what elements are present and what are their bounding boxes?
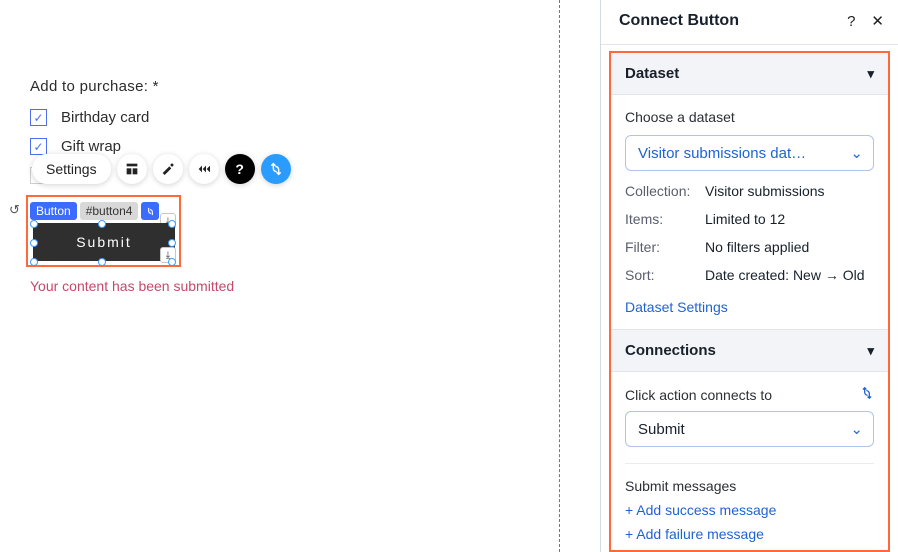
- connections-section-header[interactable]: Connections: [611, 330, 888, 372]
- chevron-down-icon: ⌄: [850, 420, 863, 438]
- form-status-message: Your content has been submitted: [30, 278, 234, 294]
- info-key: Sort:: [625, 267, 699, 283]
- form-title: Add to purchase: *: [30, 78, 171, 95]
- help-tool-icon[interactable]: ?: [225, 154, 255, 184]
- panel-header: Connect Button ? ✕: [601, 0, 898, 45]
- resize-handle[interactable]: [30, 220, 38, 228]
- element-id-tag: #button4: [80, 202, 139, 220]
- chevron-down-icon: ⌄: [850, 144, 863, 162]
- resize-handle[interactable]: [30, 239, 38, 247]
- settings-button[interactable]: Settings: [32, 154, 111, 184]
- info-key: Items:: [625, 211, 699, 227]
- info-val: Limited to 12: [705, 211, 785, 227]
- resize-handle[interactable]: [168, 220, 176, 228]
- layout-tool-icon[interactable]: [117, 154, 147, 184]
- add-success-message-link[interactable]: + Add success message: [625, 502, 874, 518]
- connections-heading: Connections: [625, 342, 716, 359]
- connect-data-tool-icon[interactable]: [261, 154, 291, 184]
- info-val: Date created: New → Old: [705, 267, 865, 283]
- selected-element-frame[interactable]: Button #button4 ⤓ Submit ⤓: [26, 195, 181, 267]
- chevron-down-icon: [867, 342, 874, 359]
- checkbox-label: Gift wrap: [61, 138, 121, 155]
- undo-icon[interactable]: ↺: [9, 202, 27, 220]
- info-key: Collection:: [625, 183, 699, 199]
- dataset-section-header[interactable]: Dataset: [611, 53, 888, 95]
- checkbox-icon[interactable]: ✓: [30, 109, 47, 126]
- info-row: Items: Limited to 12: [625, 211, 874, 227]
- choose-dataset-label: Choose a dataset: [625, 109, 874, 125]
- dataset-dropdown[interactable]: Visitor submissions dat… ⌄: [625, 135, 874, 171]
- resize-handle[interactable]: [30, 258, 38, 266]
- submit-messages-block: Submit messages + Add success message + …: [611, 464, 888, 542]
- dataset-settings-link[interactable]: Dataset Settings: [625, 299, 728, 315]
- resize-handle[interactable]: [98, 220, 106, 228]
- resize-handle[interactable]: [98, 258, 106, 266]
- checkbox-row[interactable]: ✓ Gift wrap: [30, 138, 171, 155]
- info-val: Visitor submissions: [705, 183, 825, 199]
- design-tool-icon[interactable]: [153, 154, 183, 184]
- info-row: Sort: Date created: New → Old: [625, 267, 874, 283]
- editor-canvas: Add to purchase: * ✓ Birthday card ✓ Gif…: [0, 0, 560, 552]
- element-floating-toolbar: Settings ?: [32, 154, 291, 184]
- panel-title: Connect Button: [619, 12, 739, 30]
- canvas-boundary-line: [559, 0, 560, 552]
- panel-body-highlight: Dataset Choose a dataset Visitor submiss…: [609, 51, 890, 552]
- selection-tag-bar: Button #button4: [30, 202, 159, 220]
- info-row: Collection: Visitor submissions: [625, 183, 874, 199]
- info-key: Filter:: [625, 239, 699, 255]
- dataset-section-body: Choose a dataset Visitor submissions dat…: [611, 95, 888, 323]
- resize-handle[interactable]: [168, 258, 176, 266]
- help-icon[interactable]: ?: [847, 13, 855, 30]
- dataset-dropdown-value: Visitor submissions dat…: [638, 145, 806, 162]
- resize-handle[interactable]: [168, 239, 176, 247]
- add-failure-message-link[interactable]: + Add failure message: [625, 526, 874, 542]
- checkbox-row[interactable]: ✓ Birthday card: [30, 109, 171, 126]
- dataset-heading: Dataset: [625, 65, 679, 82]
- submit-button-label: Submit: [76, 234, 132, 250]
- click-action-label: Click action connects to: [625, 387, 772, 403]
- element-type-tag: Button: [30, 202, 77, 220]
- click-action-dropdown[interactable]: Submit ⌄: [625, 411, 874, 447]
- submit-button[interactable]: Submit: [33, 223, 175, 261]
- connection-swap-icon[interactable]: [860, 386, 874, 403]
- info-val: No filters applied: [705, 239, 809, 255]
- chevron-down-icon: [867, 65, 874, 82]
- checkbox-label: Birthday card: [61, 109, 149, 126]
- connections-section-body: Click action connects to Submit ⌄: [611, 372, 888, 455]
- submit-messages-label: Submit messages: [625, 478, 874, 494]
- click-action-value: Submit: [638, 421, 685, 438]
- animation-tool-icon[interactable]: [189, 154, 219, 184]
- info-row: Filter: No filters applied: [625, 239, 874, 255]
- close-icon[interactable]: ✕: [871, 12, 884, 30]
- tag-connect-icon[interactable]: [141, 202, 159, 220]
- connect-panel: Connect Button ? ✕ Dataset Choose a data…: [600, 0, 898, 552]
- checkbox-icon[interactable]: ✓: [30, 138, 47, 155]
